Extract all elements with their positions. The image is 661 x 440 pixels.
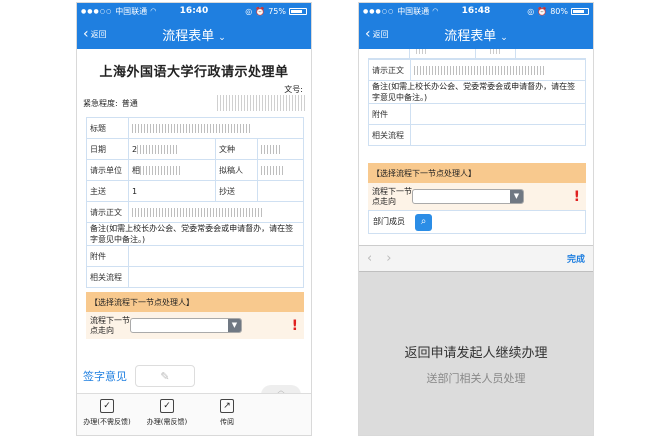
related-process-label: 相关流程 bbox=[86, 266, 129, 288]
sign-opinion-row: 签字意见 ✎ bbox=[77, 365, 311, 387]
nav-bar: ‹ 返回 流程表单 ⌄ bbox=[359, 19, 593, 49]
department-member-label: 部门成员 bbox=[373, 217, 405, 226]
attachment-label: 附件 bbox=[86, 245, 129, 267]
body-value bbox=[128, 201, 304, 223]
next-direction-select[interactable]: ▼ bbox=[130, 318, 242, 333]
status-bar: ●●●○○ 中国联通 ◠ 16:48 ◎ ⏰ 80% bbox=[359, 3, 593, 19]
chaosong-value bbox=[257, 180, 304, 202]
check-icon: ✓ bbox=[100, 399, 114, 413]
drafter-value bbox=[257, 159, 304, 181]
urgency-value: 普通 bbox=[121, 98, 138, 108]
doctype-label: 文种 bbox=[215, 138, 259, 160]
required-alert-icon: ! bbox=[573, 188, 580, 205]
chevron-left-icon: ‹ bbox=[83, 26, 89, 42]
picker-sheet: 返回申请发起人继续办理 送部门相关人员处理 bbox=[359, 271, 593, 435]
attachment-value[interactable] bbox=[128, 245, 304, 267]
next-direction-row: 流程下一节点走向 ▼ ! bbox=[86, 312, 304, 339]
chevron-down-icon: ⌄ bbox=[218, 32, 226, 43]
check-icon: ✓ bbox=[160, 399, 174, 413]
redacted-stamp bbox=[217, 95, 305, 111]
nav-bar: ‹ 返回 流程表单 ⌄ bbox=[77, 19, 311, 49]
choose-handler-bar: 【选择流程下一节点处理人】 bbox=[86, 292, 304, 312]
input-accessory-toolbar: ‹ › 完成 bbox=[359, 245, 593, 271]
next-node-section: 【选择流程下一节点处理人】 流程下一节点走向 ▼ ! bbox=[86, 292, 304, 339]
action-handle-feedback[interactable]: ✓ 办理(需反馈) bbox=[137, 394, 197, 435]
attachment-value[interactable] bbox=[410, 103, 586, 125]
status-time: 16:48 bbox=[461, 6, 491, 16]
wenhao-label: 文号: bbox=[284, 85, 303, 94]
share-icon: ↗ bbox=[220, 399, 234, 413]
drafter-label: 拟稿人 bbox=[215, 159, 259, 181]
zhusong-label: 主送 bbox=[86, 180, 129, 202]
chaosong-label: 抄送 bbox=[215, 180, 259, 202]
pencil-icon: ✎ bbox=[160, 369, 170, 383]
required-alert-icon: ! bbox=[291, 317, 298, 334]
unit-label: 请示单位 bbox=[86, 159, 129, 181]
status-bar: ●●●○○ 中国联通 ◠ 16:40 ◎ ⏰ 75% bbox=[77, 3, 311, 19]
bottom-action-bar: ✓ 办理(不需反馈) ✓ 办理(需反馈) ↗ 传阅 bbox=[77, 393, 311, 435]
title-label: 标题 bbox=[86, 117, 129, 139]
dropdown-arrow-icon: ▼ bbox=[228, 319, 241, 332]
urgency-row: 紧急程度: 普通 bbox=[77, 95, 311, 111]
department-member-row: 部门成员 ⌕ bbox=[368, 210, 586, 234]
chevron-down-icon: ⌄ bbox=[500, 32, 508, 43]
choose-handler-bar: 【选择流程下一节点处理人】 bbox=[368, 163, 586, 183]
sign-opinion-link[interactable]: 签字意见 bbox=[83, 368, 127, 384]
nav-title[interactable]: 流程表单 ⌄ bbox=[77, 25, 311, 44]
done-button[interactable]: 完成 bbox=[567, 252, 585, 265]
back-button[interactable]: ‹ 返回 bbox=[77, 27, 107, 41]
request-form-table: 标题 日期 2 文种 请示单位 相 拟稿人 主送 1 抄送 请示正文 备注(如需… bbox=[86, 117, 304, 288]
remark-text: 备注(如需上校长办公会、党委常委会或申请督办，请在签字意见中备注。) bbox=[368, 80, 586, 104]
chevron-left-icon: ‹ bbox=[365, 26, 371, 42]
body-value bbox=[410, 59, 586, 81]
form-content: 上海外国语大学行政请示处理单 文号: 紧急程度: 普通 标题 日期 2 文种 请… bbox=[77, 49, 311, 339]
date-label: 日期 bbox=[86, 138, 129, 160]
next-direction-row: 流程下一节点走向 ▼ ! bbox=[368, 183, 586, 210]
date-value: 2 bbox=[127, 138, 217, 160]
action-label: 传阅 bbox=[220, 418, 234, 426]
unit-value: 相 bbox=[127, 159, 217, 181]
nav-title-text: 流程表单 bbox=[444, 28, 497, 44]
urgency-label: 紧急程度: bbox=[83, 98, 118, 108]
chevron-left-icon[interactable]: ‹ bbox=[367, 251, 372, 266]
right-phone-screen: ●●●○○ 中国联通 ◠ 16:48 ◎ ⏰ 80% ‹ 返回 流程表单 ⌄ 请示… bbox=[358, 2, 594, 436]
related-process-value[interactable] bbox=[410, 124, 586, 146]
title-value bbox=[128, 117, 304, 139]
back-label: 返回 bbox=[372, 29, 389, 39]
action-label: 办理(不需反馈) bbox=[83, 418, 131, 426]
attachment-label: 附件 bbox=[368, 103, 411, 125]
unit-value-text: 相 bbox=[132, 165, 140, 175]
next-direction-label: 流程下一节点走向 bbox=[90, 315, 130, 335]
battery-icon bbox=[571, 7, 589, 15]
next-direction-select[interactable]: ▼ bbox=[412, 189, 524, 204]
status-time: 16:40 bbox=[179, 6, 209, 16]
search-icon[interactable]: ⌕ bbox=[415, 213, 432, 231]
action-label: 办理(需反馈) bbox=[146, 418, 188, 426]
next-direction-label: 流程下一节点走向 bbox=[372, 186, 412, 206]
zhusong-value: 1 bbox=[127, 180, 217, 202]
doctype-value bbox=[257, 138, 304, 160]
dropdown-arrow-icon: ▼ bbox=[510, 190, 523, 203]
back-button[interactable]: ‹ 返回 bbox=[359, 27, 389, 41]
related-process-label: 相关流程 bbox=[368, 124, 411, 146]
next-node-section: 【选择流程下一节点处理人】 流程下一节点走向 ▼ ! 部门成员 ⌕ bbox=[368, 163, 586, 234]
picker-option-selected[interactable]: 返回申请发起人继续办理 bbox=[359, 342, 593, 361]
battery-icon bbox=[289, 7, 307, 15]
left-phone-screen: ●●●○○ 中国联通 ◠ 16:40 ◎ ⏰ 75% ‹ 返回 流程表单 ⌄ 上海… bbox=[76, 2, 312, 436]
picker-option[interactable]: 送部门相关人员处理 bbox=[359, 370, 593, 386]
body-label: 请示正文 bbox=[368, 59, 411, 81]
document-title: 上海外国语大学行政请示处理单 bbox=[99, 65, 289, 80]
chevron-right-icon[interactable]: › bbox=[386, 251, 391, 266]
nav-title-text: 流程表单 bbox=[162, 28, 215, 44]
sign-opinion-input[interactable]: ✎ bbox=[135, 365, 195, 387]
request-form-table: 请示正文 备注(如需上校长办公会、党委常委会或申请督办，请在签字意见中备注。) … bbox=[368, 59, 586, 146]
action-handle-no-feedback[interactable]: ✓ 办理(不需反馈) bbox=[77, 394, 137, 435]
nav-title[interactable]: 流程表单 ⌄ bbox=[359, 25, 593, 44]
related-process-value[interactable] bbox=[128, 266, 304, 288]
remark-text: 备注(如需上校长办公会、党委常委会或申请督办，请在签字意见中备注。) bbox=[86, 222, 304, 246]
scrolled-table-edge bbox=[368, 49, 586, 59]
back-label: 返回 bbox=[90, 29, 107, 39]
action-circulate[interactable]: ↗ 传阅 bbox=[197, 394, 257, 435]
body-label: 请示正文 bbox=[86, 201, 129, 223]
